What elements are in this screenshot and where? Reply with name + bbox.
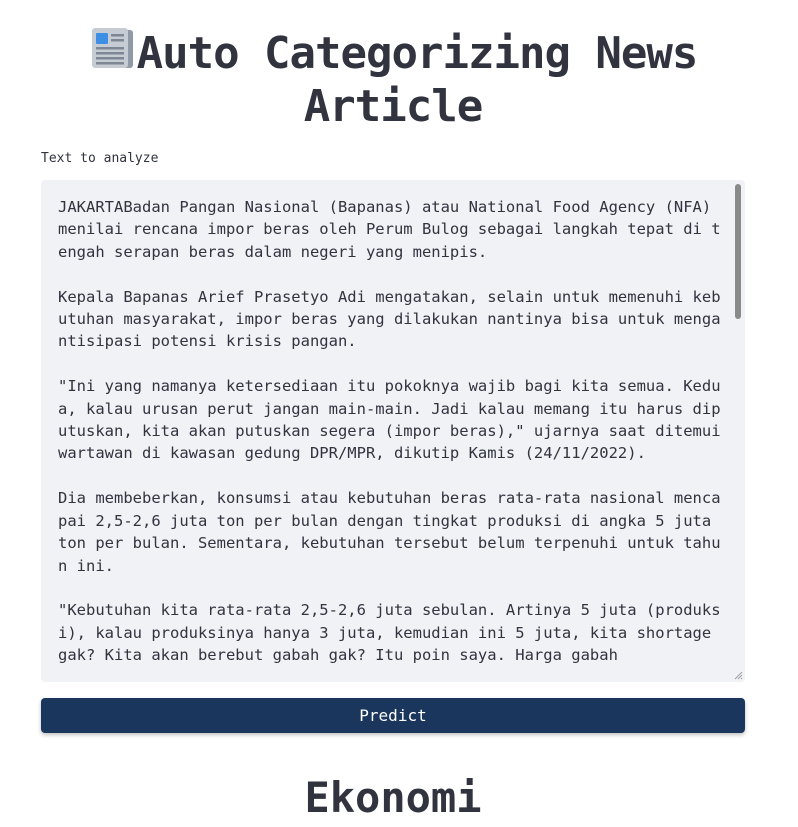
title-line-2: Article	[303, 81, 483, 132]
textarea-scrollbar[interactable]	[735, 184, 741, 319]
predicted-category: Ekonomi	[304, 773, 482, 822]
article-text-input[interactable]: JAKARTABadan Pangan Nasional (Bapanas) a…	[41, 180, 729, 682]
page-title: Auto Categorizing News Article	[41, 26, 745, 133]
predict-button[interactable]: Predict	[41, 698, 745, 733]
title-line-1: Auto Categorizing News	[136, 28, 699, 79]
text-input-label: Text to analyze	[41, 151, 159, 166]
newspaper-icon	[89, 26, 135, 72]
resize-handle-icon[interactable]	[733, 670, 743, 680]
text-input-container[interactable]: JAKARTABadan Pangan Nasional (Bapanas) a…	[41, 180, 745, 682]
app-root: Auto Categorizing News Article Text to a…	[0, 0, 798, 827]
